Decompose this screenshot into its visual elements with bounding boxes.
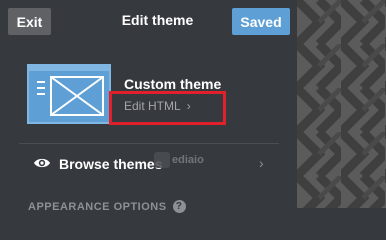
eye-icon xyxy=(34,158,50,168)
browse-themes-row[interactable]: Browse themes ediaio › xyxy=(19,144,279,184)
highlight-annotation xyxy=(109,91,226,125)
theme-thumbnail[interactable] xyxy=(27,64,111,124)
pattern-background-image xyxy=(297,0,386,208)
exit-button[interactable]: Exit xyxy=(8,8,51,35)
chevron-right-icon: › xyxy=(259,155,264,171)
theme-preview-background xyxy=(297,0,386,208)
saved-button-label: Saved xyxy=(240,13,282,30)
watermark-mark-icon xyxy=(154,152,170,168)
panel-title: Edit theme xyxy=(121,12,194,28)
browse-themes-label: Browse themes xyxy=(59,156,163,172)
exit-button-label: Exit xyxy=(16,13,43,30)
watermark-logo: ediaio xyxy=(154,151,214,169)
watermark-text: ediaio xyxy=(172,154,204,166)
appearance-options-heading: APPEARANCE OPTIONS ? xyxy=(28,200,186,213)
theme-name: Custom theme xyxy=(124,76,222,92)
help-icon[interactable]: ? xyxy=(172,200,186,213)
saved-button[interactable]: Saved xyxy=(232,8,290,35)
layout-template-icon xyxy=(27,64,111,124)
theme-editor-panel: Exit Edit theme Saved Custom theme Edit … xyxy=(0,0,297,213)
appearance-options-label: APPEARANCE OPTIONS xyxy=(28,200,167,213)
